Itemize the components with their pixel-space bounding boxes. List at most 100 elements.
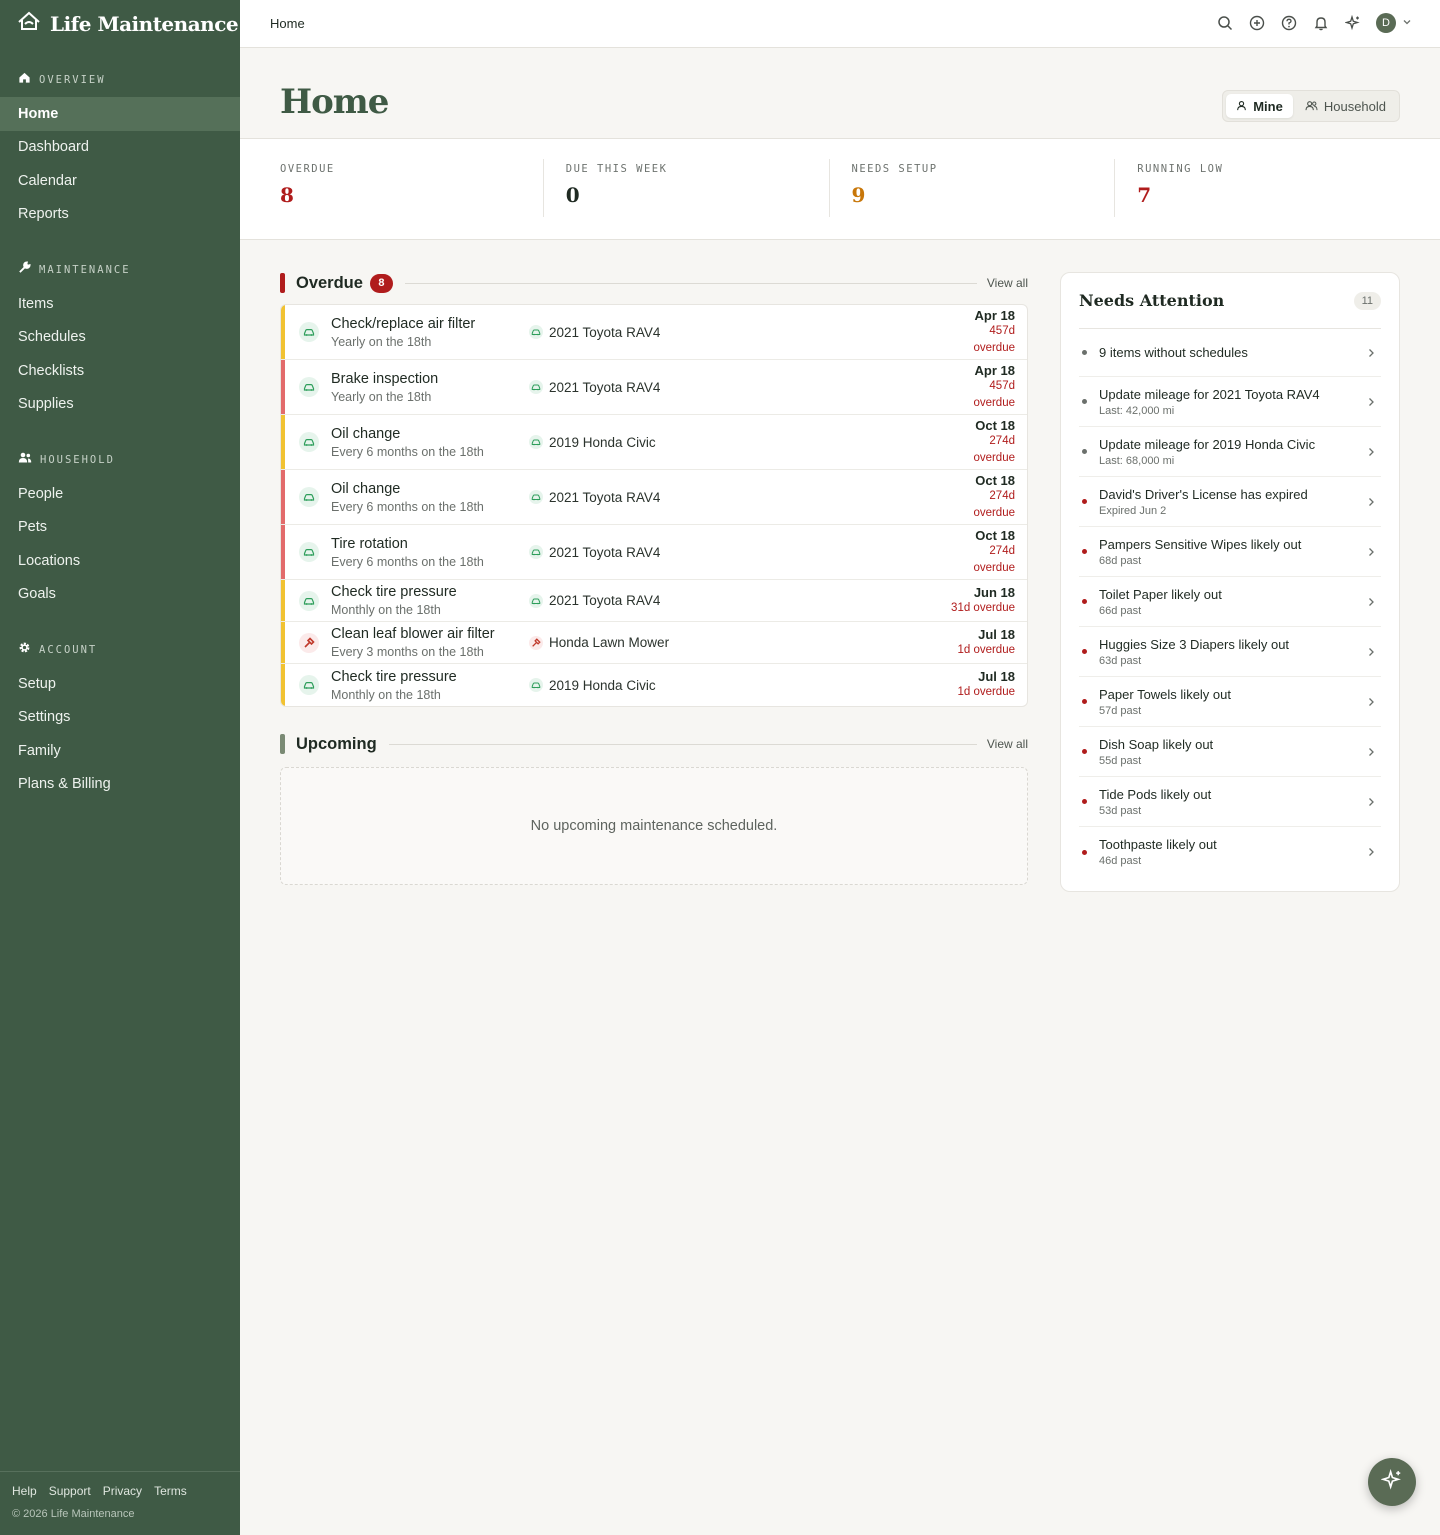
- stat-due-this-week[interactable]: DUE THIS WEEK 0: [542, 159, 829, 217]
- attention-subtitle: 63d past: [1099, 654, 1142, 667]
- chevron-right-icon: [1367, 694, 1381, 710]
- attention-subtitle: Last: 68,000 mi: [1099, 454, 1175, 467]
- sidebar-item-schedules[interactable]: Schedules: [0, 321, 240, 355]
- nav-section-title: OVERVIEW: [39, 74, 106, 86]
- help-icon[interactable]: [1280, 12, 1298, 34]
- overdue-view-all-link[interactable]: View all: [987, 276, 1028, 290]
- sidebar-item-supplies[interactable]: Supplies: [0, 388, 240, 422]
- attention-item[interactable]: Update mileage for 2019 Honda Civic Last:…: [1079, 427, 1381, 477]
- sidebar-item-reports[interactable]: Reports: [0, 198, 240, 232]
- asset-label[interactable]: Honda Lawn Mower: [529, 635, 669, 650]
- overdue-row[interactable]: Clean leaf blower air filter Every 3 mont…: [281, 622, 1027, 664]
- brand[interactable]: Life Maintenance: [0, 0, 240, 47]
- overdue-count-badge: 8: [369, 273, 393, 293]
- upcoming-view-all-link[interactable]: View all: [987, 737, 1028, 751]
- bell-icon[interactable]: [1312, 12, 1330, 34]
- stat-overdue[interactable]: OVERDUE 8: [280, 159, 543, 217]
- sidebar-item-plans-billing[interactable]: Plans & Billing: [0, 768, 240, 802]
- sparkle-icon: [1380, 1468, 1403, 1496]
- overdue-row[interactable]: Brake inspection Yearly on the 18th 2021 T…: [281, 360, 1027, 415]
- sidebar: Life Maintenance OVERVIEW Home Dashboard Ca…: [0, 0, 240, 1535]
- chevron-right-icon: [1367, 494, 1381, 510]
- asset-label[interactable]: 2021 Toyota RAV4: [529, 490, 660, 505]
- footer-link-privacy[interactable]: Privacy: [103, 1484, 142, 1498]
- attention-item[interactable]: Toilet Paper likely out 66d past: [1079, 577, 1381, 627]
- footer-link-support[interactable]: Support: [49, 1484, 91, 1498]
- sidebar-item-checklists[interactable]: Checklists: [0, 354, 240, 388]
- car-icon: [299, 542, 319, 562]
- overdue-status: overdue: [973, 396, 1015, 409]
- overdue-row[interactable]: Oil change Every 6 months on the 18th 2019…: [281, 415, 1027, 470]
- asset-label[interactable]: 2021 Toyota RAV4: [529, 545, 660, 560]
- asset-label[interactable]: 2019 Honda Civic: [529, 678, 656, 693]
- stat-running-low[interactable]: RUNNING LOW 7: [1114, 159, 1400, 217]
- overdue-row[interactable]: Tire rotation Every 6 months on the 18th 2…: [281, 525, 1027, 580]
- due-date: Oct 18: [975, 527, 1015, 543]
- row-text: Oil change Every 6 months on the 18th: [331, 426, 519, 459]
- attention-item[interactable]: Paper Towels likely out 57d past: [1079, 677, 1381, 727]
- sidebar-item-calendar[interactable]: Calendar: [0, 164, 240, 198]
- asset-name: 2021 Toyota RAV4: [549, 593, 661, 608]
- toggle-household[interactable]: Household: [1295, 94, 1396, 118]
- sidebar-item-setup[interactable]: Setup: [0, 667, 240, 701]
- asset-label[interactable]: 2021 Toyota RAV4: [529, 325, 660, 340]
- chevron-right-icon: [1367, 794, 1381, 810]
- due-info: Apr 18 457d overdue: [973, 308, 1015, 357]
- stat-needs-setup[interactable]: NEEDS SETUP 9: [828, 159, 1115, 217]
- overdue-row[interactable]: Check tire pressure Monthly on the 18th 20…: [281, 580, 1027, 622]
- overdue-row[interactable]: Check/replace air filter Yearly on the 18…: [281, 305, 1027, 360]
- task-schedule: Yearly on the 18th: [331, 389, 432, 404]
- overdue-row[interactable]: Check tire pressure Monthly on the 18th 20…: [281, 664, 1027, 706]
- footer-link-terms[interactable]: Terms: [154, 1484, 187, 1498]
- asset-label[interactable]: 2021 Toyota RAV4: [529, 593, 660, 608]
- attention-item[interactable]: Dish Soap likely out 55d past: [1079, 727, 1381, 777]
- attention-item[interactable]: David's Driver's License has expired Expi…: [1079, 477, 1381, 527]
- attention-item[interactable]: Huggies Size 3 Diapers likely out 63d pas…: [1079, 627, 1381, 677]
- section-accent: [280, 273, 285, 293]
- attention-title: 9 items without schedules: [1099, 345, 1248, 360]
- sidebar-item-goals[interactable]: Goals: [0, 578, 240, 612]
- search-icon[interactable]: [1216, 12, 1234, 34]
- sidebar-item-items[interactable]: Items: [0, 287, 240, 321]
- needs-attention-count: 11: [1353, 291, 1381, 310]
- sidebar-item-family[interactable]: Family: [0, 734, 240, 768]
- attention-body: Dish Soap likely out 55d past: [1099, 737, 1367, 767]
- attention-item[interactable]: Tide Pods likely out 53d past: [1079, 777, 1381, 827]
- row-text: Check tire pressure Monthly on the 18th: [331, 584, 519, 617]
- sidebar-item-dashboard[interactable]: Dashboard: [0, 131, 240, 165]
- nav-section-title: MAINTENANCE: [39, 264, 131, 276]
- needs-attention-list: 9 items without schedules Update mileage …: [1079, 329, 1381, 877]
- asset-label[interactable]: 2021 Toyota RAV4: [529, 380, 660, 395]
- sparkle-icon[interactable]: [1344, 12, 1362, 34]
- add-circle-icon[interactable]: [1248, 12, 1266, 34]
- sidebar-item-settings[interactable]: Settings: [0, 701, 240, 735]
- sidebar-item-home[interactable]: Home: [0, 97, 240, 131]
- row-accent: [281, 580, 285, 621]
- assistant-fab[interactable]: [1368, 1458, 1416, 1506]
- attention-title: Paper Towels likely out: [1099, 686, 1231, 702]
- attention-title: Update mileage for 2019 Honda Civic: [1099, 436, 1316, 452]
- sidebar-item-people[interactable]: People: [0, 477, 240, 511]
- chevron-right-icon: [1367, 544, 1381, 560]
- status-dot: [1082, 749, 1087, 754]
- home-icon: [18, 71, 31, 89]
- overdue-row[interactable]: Oil change Every 6 months on the 18th 2021…: [281, 470, 1027, 525]
- attention-item[interactable]: Pampers Sensitive Wipes likely out 68d pa…: [1079, 527, 1381, 577]
- attention-body: Paper Towels likely out 57d past: [1099, 687, 1367, 717]
- attention-item[interactable]: Update mileage for 2021 Toyota RAV4 Last:…: [1079, 377, 1381, 427]
- due-date: Jun 18: [973, 584, 1015, 600]
- toggle-mine[interactable]: Mine: [1226, 94, 1293, 118]
- task-schedule: Yearly on the 18th: [331, 334, 432, 349]
- attention-item[interactable]: Toothpaste likely out 46d past: [1079, 827, 1381, 877]
- sidebar-item-locations[interactable]: Locations: [0, 544, 240, 578]
- stat-label: NEEDS SETUP: [851, 163, 938, 175]
- sidebar-item-pets[interactable]: Pets: [0, 511, 240, 545]
- footer-link-help[interactable]: Help: [12, 1484, 37, 1498]
- asset-label[interactable]: 2019 Honda Civic: [529, 435, 656, 450]
- section-accent: [280, 734, 285, 754]
- tool-icon: [299, 632, 319, 653]
- attention-item[interactable]: 9 items without schedules: [1079, 329, 1381, 377]
- breadcrumb[interactable]: Home: [270, 16, 305, 31]
- status-dot: [1082, 399, 1087, 404]
- user-menu[interactable]: D: [1376, 13, 1412, 33]
